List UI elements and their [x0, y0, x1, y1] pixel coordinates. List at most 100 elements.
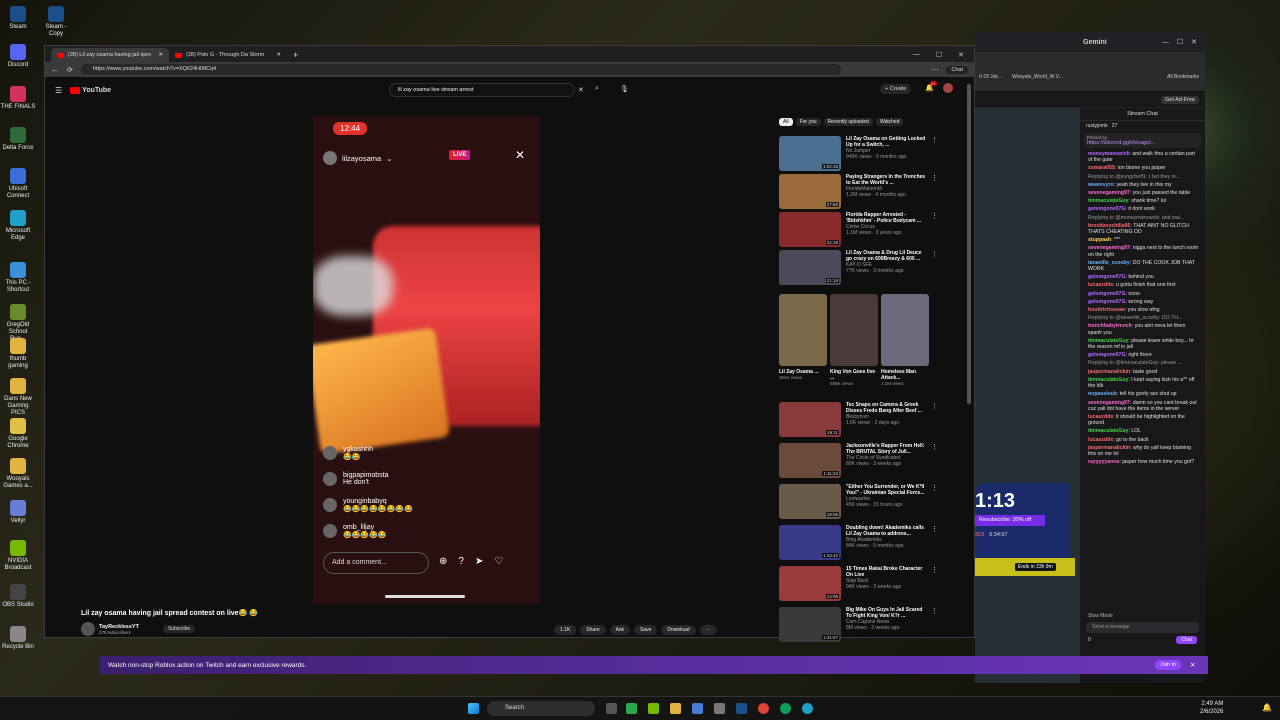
chat-username[interactable]: getsmgone97G [1088, 352, 1125, 358]
video-title[interactable]: "Either You Surrender, or We K*ll You!" … [846, 484, 926, 496]
maximize-icon[interactable]: ☐ [936, 51, 942, 59]
minimize-icon[interactable]: — [1162, 39, 1169, 46]
recommended-video[interactable]: 27:50 Paying Strangers In the Trenches to… [779, 174, 938, 209]
edge-icon[interactable] [802, 703, 813, 714]
desktop-icon[interactable]: Vellyr [0, 500, 36, 525]
nvidia-icon[interactable] [648, 703, 659, 714]
pinned-link[interactable]: https://discord.gg/chicagol... [1087, 140, 1198, 146]
video-thumbnail[interactable]: 18:06 [779, 484, 841, 519]
send-icon[interactable]: ➤ [475, 556, 483, 567]
more-options-icon[interactable]: ⋮ [931, 212, 938, 247]
chat-username[interactable]: jaspermanalickin [1088, 369, 1130, 375]
video-thumbnail[interactable]: 13:06 [779, 566, 841, 601]
chat-username[interactable]: timmaculateGuy [1088, 377, 1128, 383]
clock-time[interactable]: 2:49 AM [1200, 700, 1223, 708]
photos-icon[interactable] [692, 703, 703, 714]
desktop-icon[interactable]: Steam [0, 6, 36, 31]
media-player-icon[interactable] [626, 703, 637, 714]
search-input[interactable]: lil zay osama live stream arrest [389, 83, 575, 97]
desktop-icon[interactable]: THE FINALS [0, 86, 36, 111]
chip-for-you[interactable]: For you [795, 118, 821, 126]
chat-username[interactable]: sevenegaming97 [1088, 190, 1130, 196]
video-thumbnail[interactable]: 1:31:57 [779, 607, 841, 642]
subscribe-button[interactable]: Subscribe [162, 625, 196, 633]
clock-date[interactable]: 2/6/2026 [1200, 708, 1223, 716]
close-icon[interactable]: ✕ [276, 52, 281, 58]
recommended-video[interactable]: 1:02:15 Lil Zay Osama on Getting Locked U… [779, 136, 938, 171]
recommended-video[interactable]: 1:10:42 Doubling down! Akademiks calls Li… [779, 525, 938, 560]
channel-points[interactable]: 0 [1088, 637, 1091, 643]
video-thumbnail[interactable]: 22:19 [779, 212, 841, 247]
taskbar-search[interactable]: Search [487, 701, 595, 716]
video-title[interactable]: Paying Strangers In the Trenches to Eat … [846, 174, 926, 186]
short-item[interactable]: Homeless Man Attack... 1.1M views [881, 294, 929, 386]
video-thumbnail[interactable]: 21:19 [779, 250, 841, 285]
channel-name[interactable]: TayRecklessYT [99, 624, 139, 630]
short-title[interactable]: Homeless Man Attack... [881, 369, 929, 381]
close-icon[interactable]: ✕ [1191, 38, 1197, 46]
avatar[interactable] [943, 83, 953, 93]
chat-username[interactable]: getsmgone97G [1088, 206, 1125, 212]
chrome-icon[interactable] [780, 703, 791, 714]
ask-button[interactable]: Ask [609, 625, 630, 635]
short-thumbnail[interactable] [830, 294, 878, 366]
desktop-icon[interactable]: Discord [0, 44, 36, 69]
desktop-icon[interactable]: OBS Studio [0, 584, 36, 609]
desktop-icon[interactable]: Recycle Bin [0, 626, 36, 651]
short-thumbnail[interactable] [881, 294, 929, 366]
chat-send-button[interactable]: Chat [1176, 636, 1197, 644]
chat-username[interactable]: lucaszdds [1088, 414, 1113, 420]
share-button[interactable]: Share [580, 625, 606, 635]
back-icon[interactable]: ← [51, 65, 59, 74]
desktop-icon[interactable]: Microsoft Edge [0, 210, 36, 242]
extensions-icon[interactable]: ⋯ [931, 66, 938, 74]
short-item[interactable]: Lil Zay Osama ... 364K views [779, 294, 827, 380]
recommended-video[interactable]: 13:06 15 Times Rakai Broke Character On L… [779, 566, 938, 601]
close-icon[interactable]: ✕ [958, 51, 964, 59]
send-message-input[interactable]: Send a message [1086, 622, 1199, 633]
scrollbar[interactable] [967, 84, 971, 404]
chat-username[interactable]: moneymanswick [1088, 151, 1130, 157]
notification-bell-icon[interactable]: 🔔 [1262, 703, 1272, 712]
chat-username[interactable]: nopasslouk [1088, 391, 1117, 397]
desktop-icon[interactable]: thumb gaming [0, 338, 36, 370]
video-thumbnail[interactable]: 16:11 [779, 402, 841, 437]
more-options-icon[interactable]: ⋮ [931, 443, 938, 478]
tab-polo-g[interactable]: (28) Polo G - Through Da Storm ✕ [169, 48, 287, 62]
desktop-icon[interactable]: NVIDIA Broadcast [0, 540, 36, 572]
add-icon[interactable]: ⊕ [439, 556, 447, 567]
recommended-video[interactable]: 21:19 Lil Zay Osama & Drug Lil Deuce go c… [779, 250, 938, 285]
chat-username[interactable]: timmaculateGuy [1088, 198, 1128, 204]
file-explorer-icon[interactable] [670, 703, 681, 714]
recommended-video[interactable]: 1:31:57 Big Mike On Guys In Jail Scared T… [779, 607, 938, 642]
chat-username[interactable]: timmaculateGuy [1088, 338, 1128, 344]
chat-username[interactable]: sevenegaming97 [1088, 400, 1130, 406]
short-item[interactable]: King Von Goes live ... 588K views [830, 294, 878, 386]
chrome-icon[interactable] [758, 703, 769, 714]
more-actions-button[interactable]: ⋯ [699, 625, 717, 635]
bookmark-item[interactable]: All Bookmarks [1167, 74, 1199, 80]
chat-username[interactable]: rayyyyyanna [1088, 459, 1119, 465]
chip-watched[interactable]: Watched [875, 118, 904, 126]
bookmark-item[interactable]: rt Of Jok... [979, 74, 1002, 80]
desktop-icon[interactable]: Ubisoft Connect [0, 168, 36, 200]
video-thumbnail[interactable]: 1:02:15 [779, 136, 841, 171]
new-tab-button[interactable]: + [293, 50, 298, 60]
reload-icon[interactable]: ⟳ [67, 66, 73, 74]
more-options-icon[interactable]: ⋮ [931, 174, 938, 209]
more-options-icon[interactable]: ⋮ [931, 250, 938, 285]
chat-username[interactable]: trenchbabytrench [1088, 323, 1132, 329]
youtube-logo[interactable]: YouTube [70, 86, 111, 94]
chat-username[interactable]: stuppaah [1088, 237, 1111, 243]
more-options-icon[interactable]: ⋮ [931, 607, 938, 642]
desktop-icon[interactable]: Dans New Gaming PICS [0, 378, 36, 417]
video-thumbnail[interactable]: 27:50 [779, 174, 841, 209]
avatar[interactable] [81, 622, 95, 636]
more-options-icon[interactable]: ⋮ [931, 525, 938, 560]
chat-username[interactable]: hoodrichsosae [1088, 307, 1125, 313]
chip-all[interactable]: All [779, 118, 793, 126]
join-in-button[interactable]: Join In [1155, 660, 1182, 670]
close-icon[interactable]: ✕ [158, 52, 163, 58]
video-title[interactable]: Lil Zay Osama on Getting Locked Up for a… [846, 136, 926, 148]
desktop-icon[interactable]: Delta Force [0, 127, 36, 152]
